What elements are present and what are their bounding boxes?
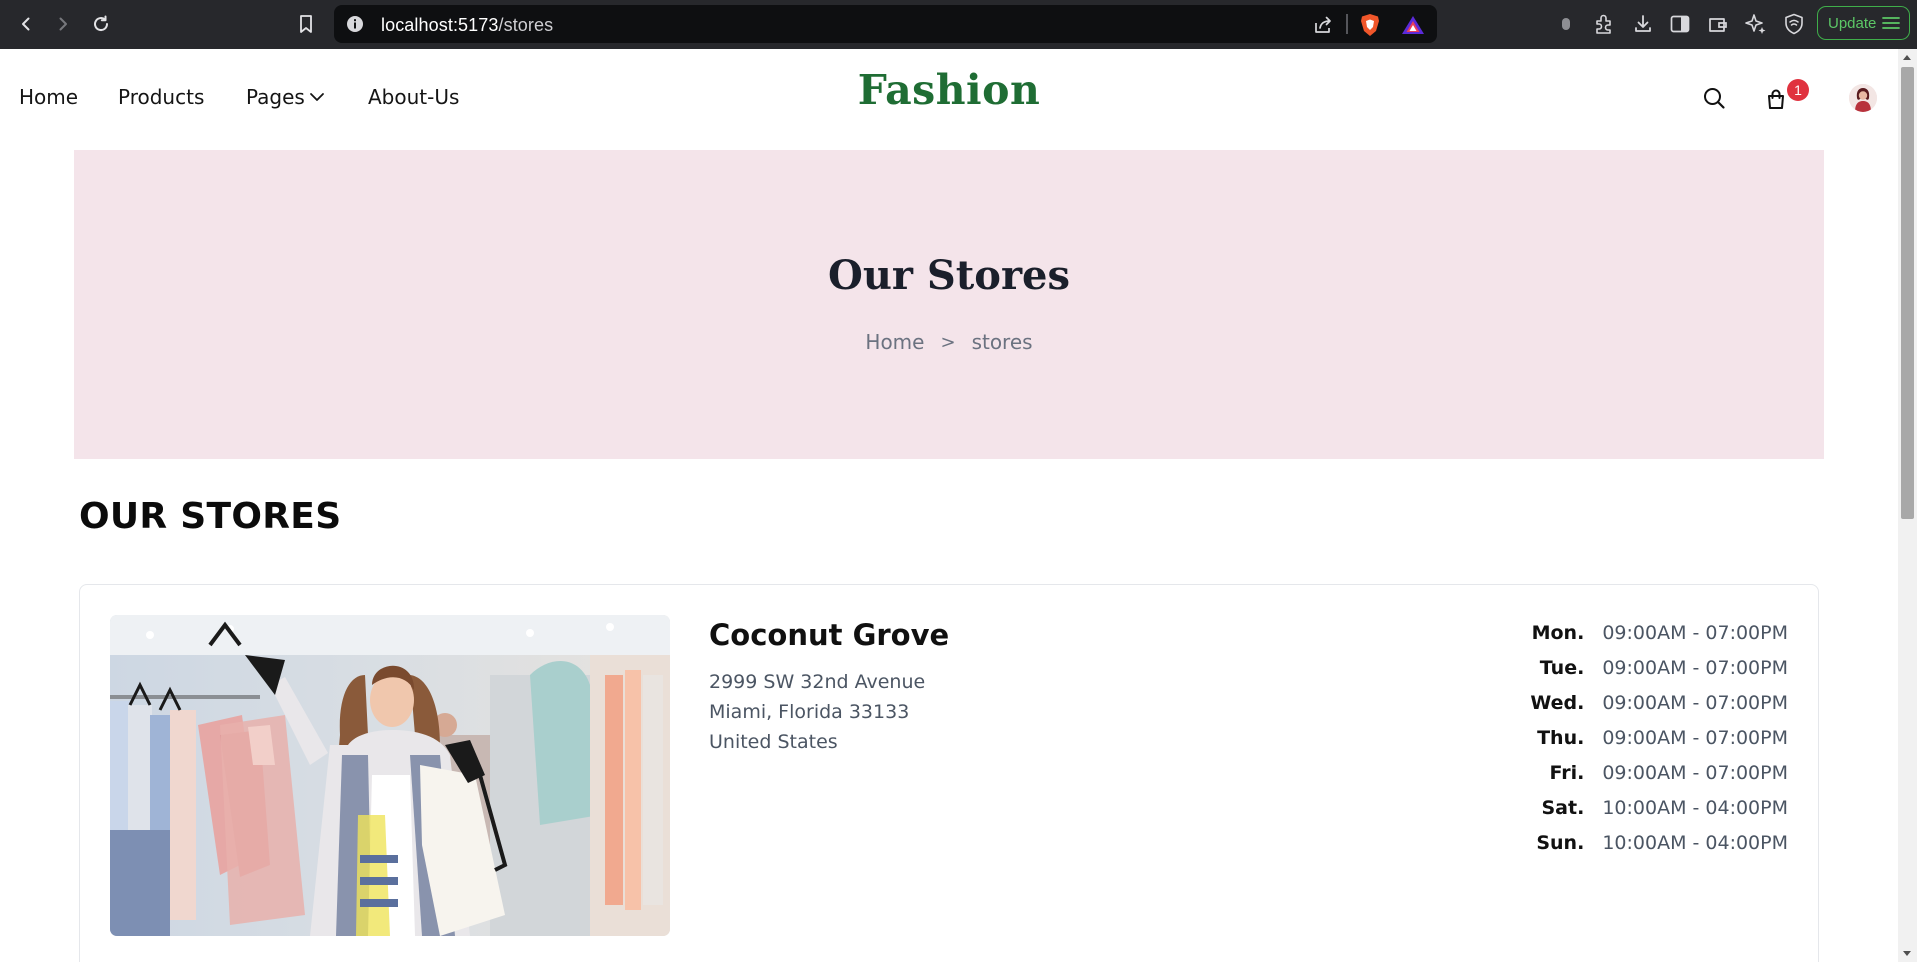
cart-count-badge: 1 <box>1787 79 1809 101</box>
breadcrumb-home[interactable]: Home <box>865 330 924 354</box>
address-bar[interactable]: localhost:5173/stores <box>334 5 1437 43</box>
hours-day: Sat. <box>1541 796 1585 819</box>
hours-day: Tue. <box>1539 656 1585 679</box>
avatar[interactable] <box>1849 84 1877 112</box>
breadcrumb-current: stores <box>971 330 1033 354</box>
store-address: 2999 SW 32nd Avenue Miami, Florida 33133… <box>709 667 925 757</box>
search-button[interactable] <box>1700 84 1728 112</box>
brave-shield-icon[interactable] <box>1358 13 1382 37</box>
search-icon <box>1704 88 1725 109</box>
download-icon[interactable] <box>1631 12 1655 36</box>
opening-hours: Mon. 09:00AM - 07:00PM Tue. 09:00AM - 07… <box>1530 615 1788 860</box>
section-title: OUR STORES <box>79 496 342 537</box>
update-label: Update <box>1828 14 1877 32</box>
hours-row: Sat. 10:00AM - 04:00PM <box>1530 790 1789 825</box>
wallet-icon[interactable] <box>1706 12 1730 36</box>
page-scrollbar[interactable] <box>1898 49 1917 962</box>
store-name: Coconut Grove <box>709 618 950 652</box>
brave-rewards-icon[interactable] <box>1401 13 1425 37</box>
hours-time: 09:00AM - 07:00PM <box>1602 656 1788 679</box>
reload-button[interactable] <box>86 10 116 38</box>
vpn-icon[interactable] <box>1782 12 1806 36</box>
bookmark-icon <box>300 15 312 33</box>
site-header: Home Products Pages About-Us Fashion 1 <box>0 49 1898 149</box>
brand-logo[interactable]: Fashion <box>0 66 1898 114</box>
hours-time: 09:00AM - 07:00PM <box>1602 761 1788 784</box>
hours-time: 09:00AM - 07:00PM <box>1602 621 1788 644</box>
hours-row: Sun. 10:00AM - 04:00PM <box>1530 825 1788 860</box>
store-card: Coconut Grove 2999 SW 32nd Avenue Miami,… <box>79 584 1819 962</box>
hours-row: Mon. 09:00AM - 07:00PM <box>1530 615 1788 650</box>
shopping-bag-icon <box>1768 89 1784 109</box>
hours-row: Tue. 09:00AM - 07:00PM <box>1530 650 1788 685</box>
hours-row: Thu. 09:00AM - 07:00PM <box>1530 720 1788 755</box>
hours-row: Wed. 09:00AM - 07:00PM <box>1530 685 1788 720</box>
back-button[interactable] <box>11 10 41 38</box>
leo-ai-icon[interactable] <box>1744 12 1768 36</box>
address-line: 2999 SW 32nd Avenue <box>709 671 926 693</box>
menu-icon <box>1882 17 1901 29</box>
page-hero: Our Stores Home > stores <box>74 150 1824 459</box>
chevron-left-icon <box>22 17 30 31</box>
hours-day: Mon. <box>1531 621 1585 644</box>
url-host: localhost:5173 <box>381 15 499 35</box>
hours-time: 09:00AM - 07:00PM <box>1602 726 1788 749</box>
user-avatar-image <box>1849 84 1877 112</box>
hours-day: Thu. <box>1537 726 1585 749</box>
url-path: /stores <box>498 15 554 35</box>
hours-day: Wed. <box>1530 691 1585 714</box>
reload-icon <box>94 15 109 32</box>
hours-row: Fri. 09:00AM - 07:00PM <box>1530 755 1788 790</box>
info-icon[interactable] <box>345 14 365 34</box>
chevron-right-icon <box>59 17 67 31</box>
store-photo <box>110 615 670 936</box>
hours-time: 09:00AM - 07:00PM <box>1602 691 1788 714</box>
url-text[interactable]: localhost:5173/stores <box>381 15 553 36</box>
store-image <box>110 615 670 936</box>
address-line: United States <box>709 731 838 753</box>
forward-button[interactable] <box>48 10 78 38</box>
address-line: Miami, Florida 33133 <box>709 701 910 723</box>
hours-day: Sun. <box>1536 831 1585 854</box>
extensions-icon[interactable] <box>1592 12 1616 36</box>
media-indicator-icon[interactable] <box>1557 13 1575 35</box>
cart-button[interactable] <box>1762 85 1790 113</box>
sidebar-icon[interactable] <box>1668 12 1692 36</box>
hours-time: 10:00AM - 04:00PM <box>1602 796 1788 819</box>
scrollbar-thumb[interactable] <box>1901 67 1914 519</box>
browser-toolbar: localhost:5173/stores Update <box>0 0 1917 49</box>
scroll-down-icon[interactable] <box>1903 951 1911 956</box>
breadcrumb-separator: > <box>940 331 956 353</box>
update-button[interactable]: Update <box>1817 6 1910 40</box>
share-icon[interactable] <box>1312 14 1334 36</box>
page-title: Our Stores <box>827 252 1070 299</box>
hours-day: Fri. <box>1549 761 1585 784</box>
scroll-up-icon[interactable] <box>1903 55 1911 60</box>
omnibox-divider <box>1346 14 1348 34</box>
breadcrumb: Home > stores <box>74 330 1824 354</box>
bookmark-button[interactable] <box>291 10 321 38</box>
hours-time: 10:00AM - 04:00PM <box>1602 831 1788 854</box>
